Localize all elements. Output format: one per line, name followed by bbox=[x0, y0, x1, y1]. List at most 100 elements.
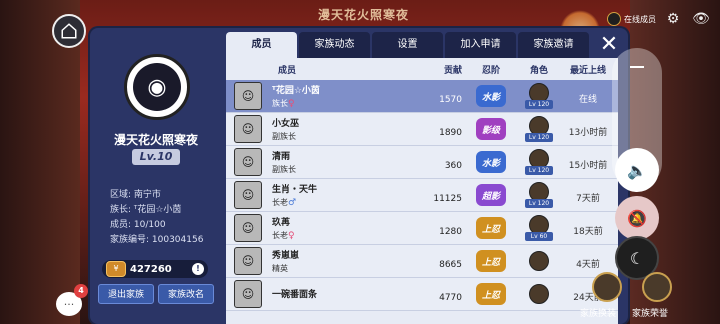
close-icon[interactable]: ✕ bbox=[598, 34, 620, 56]
rank-cell: 水影 bbox=[462, 151, 520, 173]
member-role-line: 族长♀ bbox=[272, 98, 412, 109]
coin-icon: ¥ bbox=[106, 261, 126, 277]
char-cell: Lv 120 bbox=[520, 83, 558, 109]
char-cell bbox=[520, 251, 558, 271]
table-row[interactable]: ☺ ᵀ花园☆小茵 族长♀ 1570 水影 Lv 120 在线 bbox=[226, 80, 618, 113]
char-level: Lv 120 bbox=[525, 100, 553, 109]
member-avatar: ☺ bbox=[234, 280, 262, 308]
char-cell: Lv 120 bbox=[520, 149, 558, 175]
info-members: 成员: 10/100 bbox=[110, 220, 166, 230]
collapse-handle[interactable] bbox=[630, 66, 644, 68]
tab-members[interactable]: 成员 bbox=[226, 32, 297, 58]
table-row[interactable]: ☺ 小女巫 副族长 1890 影级 Lv 120 13小时前 bbox=[226, 113, 618, 146]
family-level-badge: Lv.10 bbox=[132, 149, 180, 165]
member-last-online: 15小时前 bbox=[568, 160, 608, 171]
family-honor-label[interactable]: 家族荣誉 bbox=[632, 306, 668, 319]
member-role-line: 长老♀ bbox=[272, 230, 412, 241]
char-cell: Lv 60 bbox=[520, 215, 558, 241]
online-members-button[interactable]: 在线成员 bbox=[607, 12, 656, 26]
family-skin-label[interactable]: 家族换装 bbox=[580, 306, 616, 319]
member-avatar-cell: ☺ bbox=[226, 247, 270, 275]
rank-badge: 影级 bbox=[476, 118, 506, 140]
tab-family-feed[interactable]: 家族动态 bbox=[299, 32, 370, 58]
table-row[interactable]: ☺ 生肖・天牛 长老♂ 11125 超影 Lv 120 7天前 bbox=[226, 179, 618, 212]
member-name: 玖苒 bbox=[272, 218, 291, 228]
family-fund-bar: ¥ 427260 ! bbox=[102, 260, 208, 278]
member-avatar: ☺ bbox=[234, 214, 262, 242]
header-member: 成员 bbox=[278, 65, 297, 76]
online-label: 在线成员 bbox=[624, 14, 656, 24]
tab-settings[interactable]: 设置 bbox=[372, 32, 443, 58]
member-role-line: 长老♂ bbox=[272, 197, 412, 208]
info-icon[interactable]: ! bbox=[192, 263, 204, 275]
family-honor-icon[interactable] bbox=[642, 272, 672, 302]
gender-icon: ♀ bbox=[288, 231, 295, 241]
member-last-online: 在线 bbox=[578, 94, 597, 105]
member-contrib: 1570 bbox=[439, 94, 462, 105]
char-cell: Lv 120 bbox=[520, 116, 558, 142]
rank-badge: 上忍 bbox=[476, 217, 506, 239]
char-level: Lv 120 bbox=[525, 166, 553, 175]
top-right-toolbar: 在线成员 ⚙ 👁 bbox=[607, 8, 712, 30]
rank-cell: 上忍 bbox=[462, 217, 520, 239]
table-row[interactable]: ☺ 秀崽崽 精英 8665 上忍 4天前 bbox=[226, 245, 618, 278]
member-name: 秀崽崽 bbox=[272, 251, 300, 261]
rank-cell: 上忍 bbox=[462, 250, 520, 272]
member-name-cell: 生肖・天牛 长老♂ bbox=[270, 182, 412, 208]
member-avatar: ☺ bbox=[234, 115, 262, 143]
rank-cell: 超影 bbox=[462, 184, 520, 206]
rank-badge: 超影 bbox=[476, 184, 506, 206]
character-icon bbox=[529, 284, 549, 304]
gear-icon[interactable]: ⚙ bbox=[662, 8, 684, 30]
speaker-icon[interactable]: 🔈 bbox=[615, 148, 659, 192]
table-row[interactable]: ☺ 玖苒 长老♀ 1280 上忍 Lv 60 18天前 bbox=[226, 212, 618, 245]
member-role: 长老 bbox=[272, 231, 288, 240]
char-level: Lv 60 bbox=[525, 232, 553, 241]
member-role: 精英 bbox=[272, 264, 288, 273]
member-name: 生肖・天牛 bbox=[272, 185, 318, 195]
tab-family-invites[interactable]: 家族邀请 bbox=[518, 32, 589, 58]
family-fund-value: 427260 bbox=[130, 263, 172, 275]
member-last-online: 4天前 bbox=[576, 259, 600, 270]
member-role: 族长 bbox=[272, 99, 288, 108]
chat-count-badge: 4 bbox=[74, 284, 88, 298]
background-left bbox=[0, 0, 80, 324]
bell-off-icon[interactable]: 🔕 bbox=[615, 196, 659, 240]
rank-cell: 水影 bbox=[462, 85, 520, 107]
family-info: 区域: 南宁市 族长: ᵀ花园☆小茵 成员: 10/100 家族编号: 1003… bbox=[110, 188, 203, 248]
table-row[interactable]: ☺ 清雨 副族长 360 水影 Lv 120 15小时前 bbox=[226, 146, 618, 179]
background-title: 漫天花火照寒夜 bbox=[318, 8, 410, 22]
member-role: 副族长 bbox=[272, 165, 296, 174]
member-avatar: ☺ bbox=[234, 247, 262, 275]
home-button[interactable] bbox=[52, 14, 86, 48]
member-name-cell: ᵀ花园☆小茵 族长♀ bbox=[270, 83, 412, 109]
rank-cell: 上忍 bbox=[462, 283, 520, 305]
exit-family-button[interactable]: 退出家族 bbox=[98, 284, 154, 304]
table-row[interactable]: ☺ 一碗番面条 4770 上忍 24天前 bbox=[226, 278, 618, 311]
member-table: 成员 贡献 忍阶 角色 最近上线 ☺ ᵀ花园☆小茵 族长♀ 1570 水影 Lv… bbox=[226, 58, 618, 324]
last-online-cell: 18天前 bbox=[558, 219, 618, 238]
last-online-cell: 15小时前 bbox=[558, 153, 618, 172]
member-avatar-cell: ☺ bbox=[226, 148, 270, 176]
member-last-online: 13小时前 bbox=[568, 127, 608, 138]
member-role-line: 精英 bbox=[272, 263, 412, 274]
tab-join-requests[interactable]: 加入申请 bbox=[445, 32, 516, 58]
member-name: 一碗番面条 bbox=[272, 289, 318, 300]
member-avatar: ☺ bbox=[234, 181, 262, 209]
eye-icon[interactable]: 👁 bbox=[690, 8, 712, 30]
table-header: 成员 贡献 忍阶 角色 最近上线 bbox=[226, 58, 618, 80]
member-avatar-cell: ☺ bbox=[226, 214, 270, 242]
family-dialog: ◉ 漫天花火照寒夜 Lv.10 区域: 南宁市 族长: ᵀ花园☆小茵 成员: 1… bbox=[90, 28, 628, 324]
header-char: 角色 bbox=[529, 65, 548, 76]
char-cell: Lv 120 bbox=[520, 182, 558, 208]
rename-family-button[interactable]: 家族改名 bbox=[158, 284, 214, 304]
rank-badge: 水影 bbox=[476, 85, 506, 107]
rank-badge: 上忍 bbox=[476, 283, 506, 305]
family-skin-icon[interactable] bbox=[592, 272, 622, 302]
member-role-line: 副族长 bbox=[272, 131, 412, 142]
member-contrib: 8665 bbox=[439, 259, 462, 270]
contrib-cell: 360 bbox=[412, 153, 462, 172]
last-online-cell: 4天前 bbox=[558, 252, 618, 271]
last-online-cell: 7天前 bbox=[558, 186, 618, 205]
member-name-cell: 清雨 副族长 bbox=[270, 149, 412, 175]
